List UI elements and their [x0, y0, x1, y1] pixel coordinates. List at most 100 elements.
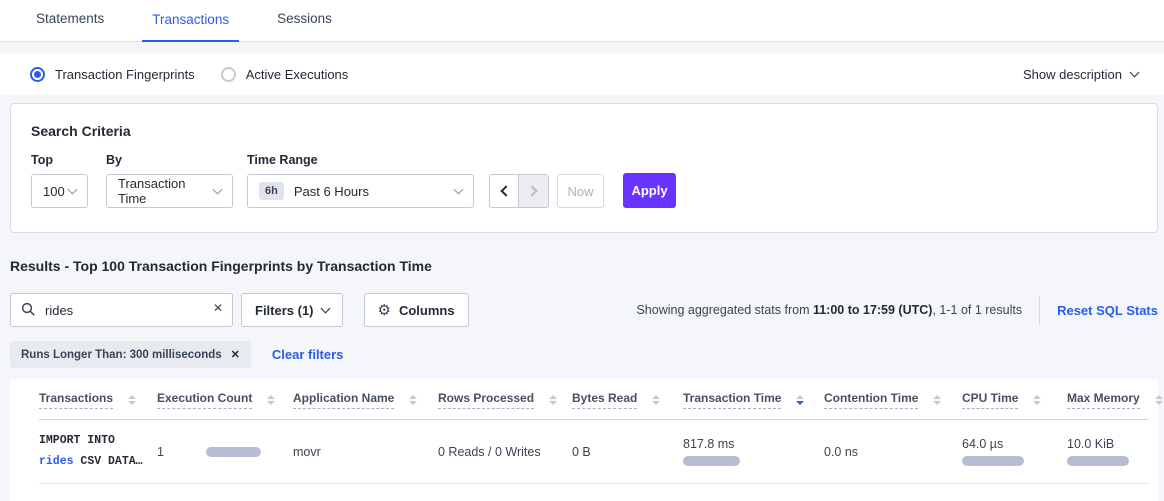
sort-icon[interactable] [933, 395, 941, 405]
by-select[interactable]: Transaction Time [106, 174, 233, 208]
col-transaction-time: Transaction Time [683, 379, 824, 420]
sort-icon[interactable] [549, 395, 557, 405]
transaction-statement-link[interactable]: IMPORT INTO rides CSV DATA… [39, 431, 145, 471]
stats-range: 11:00 to 17:59 (UTC) [813, 303, 932, 317]
time-range-value: Past 6 Hours [294, 184, 369, 199]
tab-transactions[interactable]: Transactions [142, 12, 239, 42]
sort-icon[interactable] [1155, 395, 1163, 405]
vertical-divider [1039, 295, 1040, 325]
col-application-name: Application Name [293, 379, 438, 420]
columns-button-label: Columns [399, 303, 455, 318]
transaction-time-bar [683, 456, 740, 466]
remove-filter-icon[interactable]: ✕ [231, 348, 240, 361]
stats-suffix: , 1-1 of 1 results [932, 303, 1022, 317]
cell-transaction-fingerprint[interactable]: IMPORT INTO rides CSV DATA… [39, 420, 157, 484]
chevron-right-icon [526, 185, 537, 196]
show-description-toggle[interactable]: Show description [1023, 67, 1138, 82]
cell-execution-count: 1 [157, 420, 293, 484]
search-input[interactable] [10, 293, 233, 327]
by-label: By [106, 153, 247, 167]
chevron-down-icon [68, 185, 78, 195]
cell-bytes-read: 0 B [572, 420, 683, 484]
clear-search-icon[interactable]: ✕ [213, 301, 223, 315]
chevron-down-icon [454, 185, 464, 195]
search-match-highlight: rides [39, 455, 74, 468]
chevron-down-icon [1130, 68, 1140, 78]
search-criteria-title: Search Criteria [31, 123, 1137, 139]
time-range-badge: 6h [259, 182, 284, 200]
results-controls: ✕ Filters (1) ⚙ Columns Showing aggregat… [10, 293, 1158, 327]
apply-button[interactable]: Apply [623, 173, 676, 208]
clear-filters-link[interactable]: Clear filters [272, 347, 344, 362]
top-label: Top [31, 153, 106, 167]
filters-button[interactable]: Filters (1) [241, 293, 343, 327]
time-next-button[interactable] [519, 174, 549, 208]
sort-icon[interactable] [1033, 395, 1041, 405]
stats-prefix: Showing aggregated stats from [636, 303, 813, 317]
radio-unselected-icon[interactable] [221, 67, 236, 82]
tab-sessions[interactable]: Sessions [267, 11, 342, 41]
col-bytes-read: Bytes Read [572, 379, 683, 420]
show-description-label: Show description [1023, 67, 1122, 82]
col-contention-time: Contention Time [824, 379, 962, 420]
rows-processed-value: 0 Reads / 0 Writes [438, 445, 541, 459]
view-toggle-bar: Transaction Fingerprints Active Executio… [0, 53, 1164, 95]
search-criteria-card: Search Criteria Top 100 By Transaction T… [10, 103, 1158, 233]
time-prev-button[interactable] [489, 174, 519, 208]
cell-contention-time: 0.0 ns [824, 420, 962, 484]
application-name-value: movr [293, 445, 321, 459]
radio-active-executions[interactable]: Active Executions [221, 67, 349, 82]
active-filters-row: Runs Longer Than: 300 milliseconds ✕ Cle… [10, 341, 1164, 368]
filter-chip-label: Runs Longer Than: 300 milliseconds [21, 349, 222, 361]
bytes-read-value: 0 B [572, 445, 591, 459]
statement-line1: IMPORT INTO [39, 434, 115, 447]
cell-max-memory: 10.0 KiB [1067, 420, 1148, 484]
results-heading: Results - Top 100 Transaction Fingerprin… [10, 258, 1164, 274]
sort-icon[interactable] [409, 395, 417, 405]
sort-icon[interactable] [652, 395, 660, 405]
transaction-time-value: 817.8 ms [683, 437, 812, 451]
page-tabs: Statements Transactions Sessions [0, 0, 1164, 42]
cell-cpu-time: 64.0 µs [962, 420, 1067, 484]
time-range-select[interactable]: 6h Past 6 Hours [247, 174, 474, 208]
col-transactions: Transactions [39, 379, 157, 420]
by-select-value: Transaction Time [118, 176, 214, 206]
chevron-left-icon [500, 185, 511, 196]
radio-transaction-fingerprints[interactable]: Transaction Fingerprints [30, 67, 195, 82]
filter-chip[interactable]: Runs Longer Than: 300 milliseconds ✕ [10, 341, 251, 368]
max-memory-value: 10.0 KiB [1067, 437, 1136, 451]
radio-label: Transaction Fingerprints [55, 67, 195, 82]
execution-count-bar [206, 447, 261, 457]
sort-icon[interactable] [267, 395, 275, 405]
execution-count-value: 1 [157, 445, 164, 459]
cell-application-name: movr [293, 420, 438, 484]
cell-transaction-time: 817.8 ms [683, 420, 824, 484]
now-button[interactable]: Now [557, 174, 604, 208]
contention-time-value: 0.0 ns [824, 445, 858, 459]
chevron-down-icon [320, 304, 330, 314]
col-execution-count: Execution Count [157, 379, 293, 420]
gear-icon: ⚙ [378, 303, 391, 318]
filters-button-label: Filters (1) [255, 303, 314, 318]
cell-rows-processed: 0 Reads / 0 Writes [438, 420, 572, 484]
cpu-time-value: 64.0 µs [962, 437, 1055, 451]
radio-selected-icon[interactable] [30, 67, 45, 82]
reset-sql-stats-link[interactable]: Reset SQL Stats [1057, 303, 1158, 318]
search-icon [21, 302, 36, 317]
cpu-time-bar [962, 456, 1024, 466]
sort-icon[interactable] [128, 395, 136, 405]
sort-desc-icon[interactable] [796, 395, 804, 405]
top-select-value: 100 [43, 184, 65, 199]
radio-label: Active Executions [246, 67, 349, 82]
aggregated-stats-text: Showing aggregated stats from 11:00 to 1… [636, 303, 1022, 317]
col-rows-processed: Rows Processed [438, 379, 572, 420]
table-header-row: Transactions Execution Count Application… [39, 379, 1148, 420]
table-row: IMPORT INTO rides CSV DATA… 1 movr 0 Rea… [39, 420, 1148, 484]
results-table-card: Transactions Execution Count Application… [10, 379, 1158, 501]
columns-button[interactable]: ⚙ Columns [364, 293, 469, 327]
time-range-label: Time Range [247, 153, 474, 167]
top-select[interactable]: 100 [31, 174, 88, 208]
transactions-table: Transactions Execution Count Application… [39, 379, 1148, 484]
tab-statements[interactable]: Statements [26, 11, 114, 41]
col-cpu-time: CPU Time [962, 379, 1067, 420]
